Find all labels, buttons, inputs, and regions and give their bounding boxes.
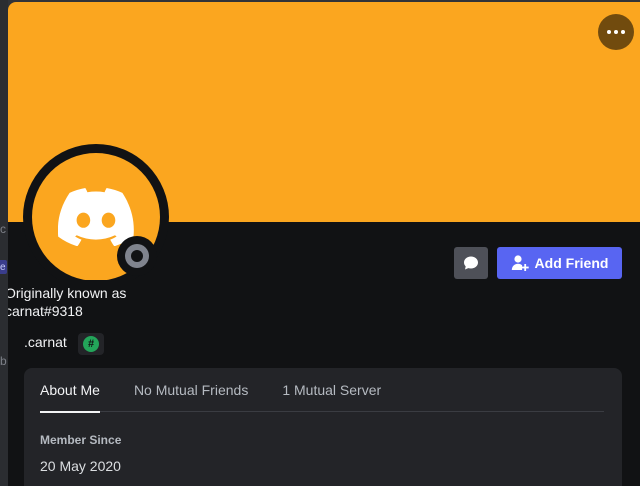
profile-details-panel: About Me No Mutual Friends 1 Mutual Serv… bbox=[24, 368, 622, 486]
tab-mutual-servers[interactable]: 1 Mutual Server bbox=[282, 368, 381, 412]
offline-status-icon bbox=[125, 244, 149, 268]
background-text: b bbox=[0, 354, 7, 368]
discord-logo-icon bbox=[58, 188, 134, 246]
add-user-icon bbox=[511, 255, 529, 271]
tab-mutual-friends[interactable]: No Mutual Friends bbox=[134, 368, 248, 412]
chat-bubble-icon bbox=[464, 256, 478, 270]
background-text: e bbox=[0, 262, 6, 273]
tab-about-me[interactable]: About Me bbox=[40, 368, 100, 413]
more-dots-icon bbox=[607, 30, 625, 34]
member-since-date: 20 May 2020 bbox=[40, 458, 121, 474]
add-friend-label: Add Friend bbox=[534, 255, 609, 271]
tooltip-line: Originally known as bbox=[8, 285, 127, 301]
add-friend-button[interactable]: Add Friend bbox=[497, 247, 622, 279]
background-text: c bbox=[0, 222, 6, 236]
more-options-button[interactable] bbox=[598, 14, 634, 50]
hashtag-icon: # bbox=[83, 336, 99, 352]
status-indicator bbox=[117, 236, 157, 276]
hashtag-badge[interactable]: # bbox=[78, 333, 104, 355]
previous-name-tooltip: Originally known as carnat#9318 bbox=[8, 280, 210, 328]
tooltip-line: carnat#9318 bbox=[8, 303, 83, 319]
send-message-button[interactable] bbox=[454, 247, 488, 279]
profile-tabs: About Me No Mutual Friends 1 Mutual Serv… bbox=[40, 368, 604, 413]
background-sidebar bbox=[0, 0, 8, 486]
username: .carnat bbox=[24, 334, 67, 350]
member-since-label: Member Since bbox=[40, 433, 122, 447]
profile-card: Originally known as carnat#9318 Add Frie… bbox=[8, 2, 640, 486]
